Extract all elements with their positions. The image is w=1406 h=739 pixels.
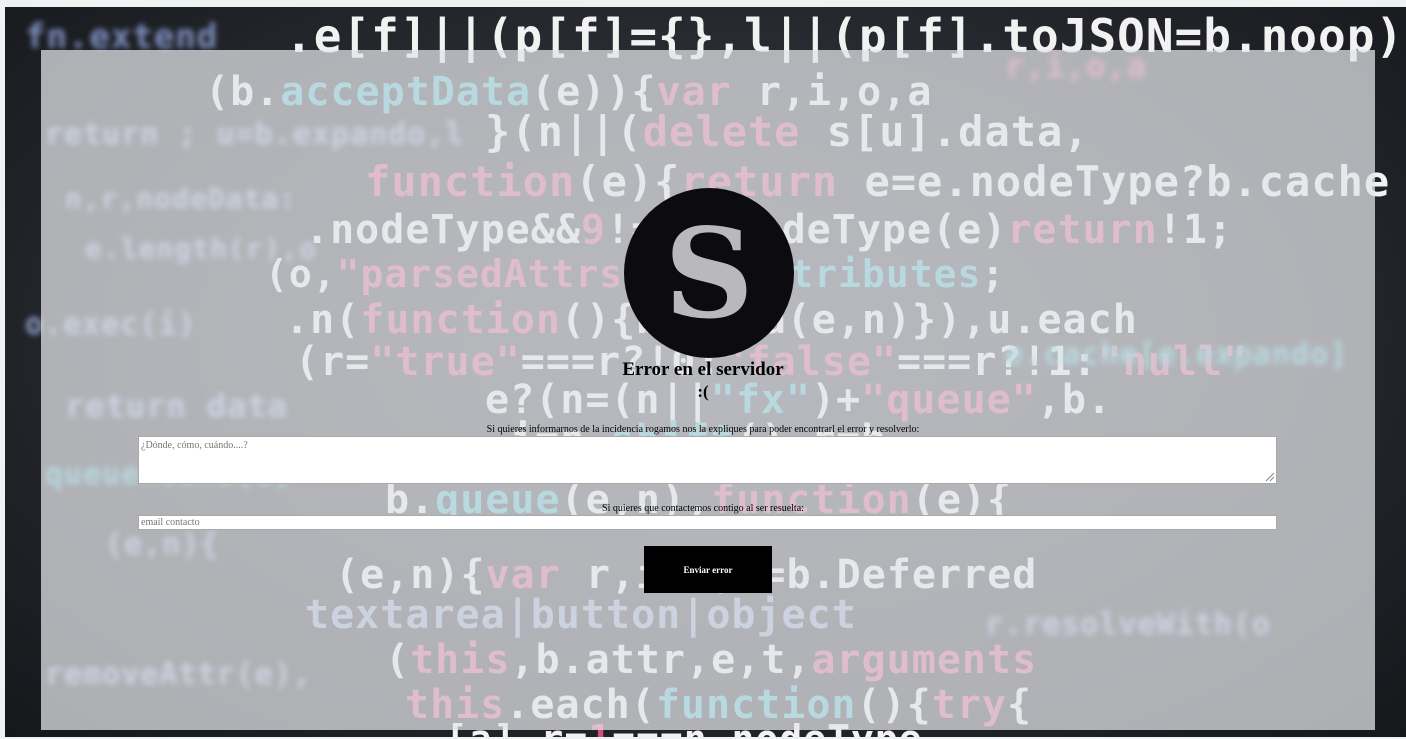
resize-handle-icon[interactable]: [1263, 470, 1275, 482]
logo-letter: S: [664, 202, 754, 347]
contact-label: Si quieres que contactemos contigo al se…: [602, 503, 804, 514]
error-description-textarea[interactable]: [138, 436, 1277, 484]
sad-face-text: :(: [697, 382, 709, 401]
site-logo: S: [624, 188, 794, 358]
send-error-button[interactable]: Enviar error: [644, 546, 772, 593]
error-title: Error en el servidor: [622, 359, 784, 380]
description-label: Si quieres informarnos de la incidencia …: [486, 424, 920, 435]
contact-email-input[interactable]: [138, 515, 1277, 530]
